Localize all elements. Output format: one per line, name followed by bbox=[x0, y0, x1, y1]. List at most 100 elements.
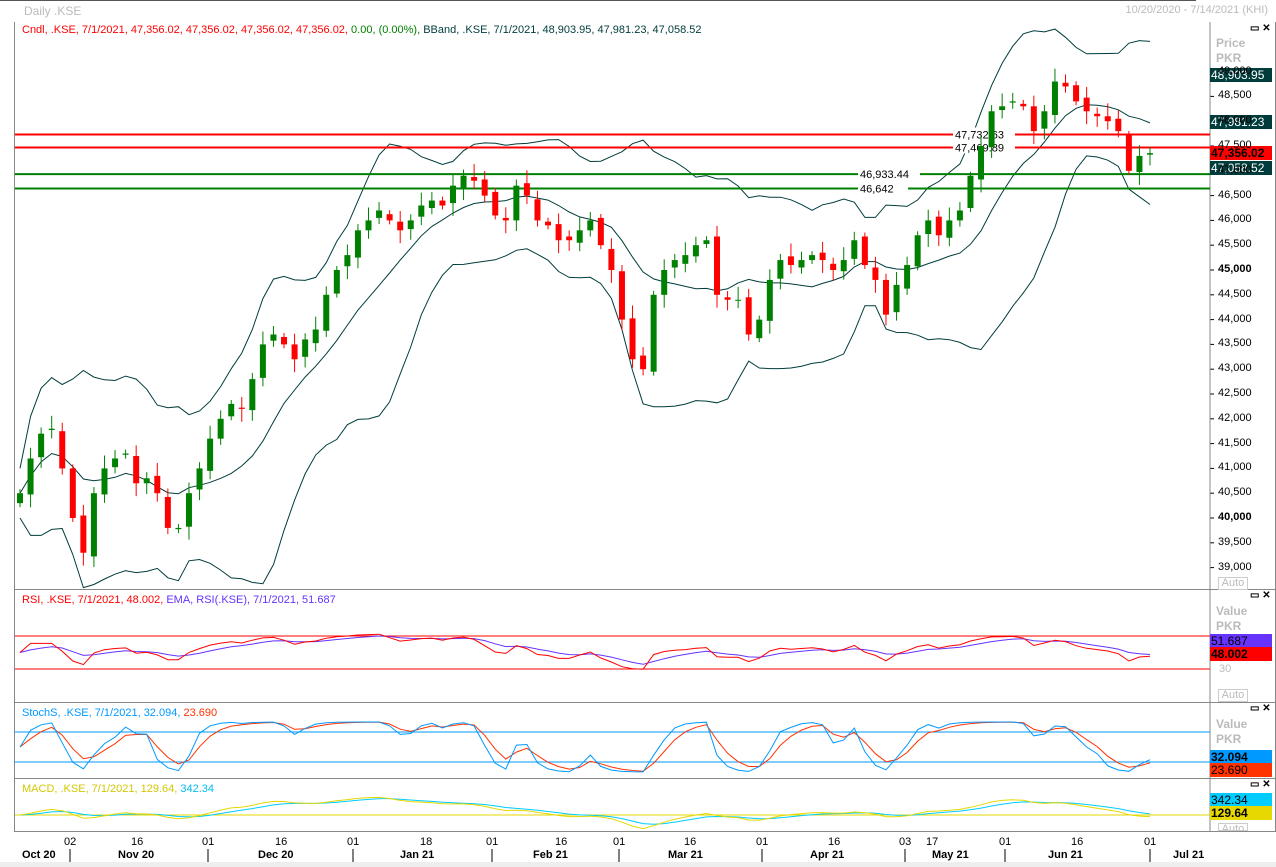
candle-body bbox=[640, 355, 647, 370]
candle-body bbox=[1073, 85, 1080, 102]
x-month-label: Feb 21 bbox=[533, 849, 568, 861]
candle-body bbox=[90, 493, 97, 557]
x-day-label: 18 bbox=[420, 836, 433, 848]
bband-upper-line bbox=[19, 28, 1151, 469]
candle-body bbox=[323, 294, 330, 331]
x-month-label: Oct 20 bbox=[22, 849, 56, 861]
candle-body bbox=[714, 236, 721, 295]
candle-body bbox=[449, 185, 456, 204]
candle-body bbox=[851, 240, 858, 259]
x-day-label: 01 bbox=[756, 836, 769, 848]
x-month-label: Dec 20 bbox=[258, 849, 294, 861]
close-icon[interactable]: ✕ bbox=[1262, 779, 1270, 790]
candle-body bbox=[418, 205, 425, 217]
macd-auto-button[interactable]: Auto bbox=[1218, 823, 1248, 831]
candle-body bbox=[481, 179, 488, 196]
candle-body bbox=[904, 265, 911, 289]
candle-body bbox=[207, 438, 214, 471]
price-tick-label: 39,000 bbox=[1218, 560, 1252, 573]
x-day-label: 01 bbox=[347, 836, 360, 848]
candle-body bbox=[1104, 116, 1111, 122]
candle-body bbox=[671, 260, 678, 268]
maximize-icon[interactable]: ▭ bbox=[1250, 23, 1259, 34]
candle-body bbox=[80, 515, 87, 553]
candle-body bbox=[312, 329, 319, 344]
price-legend: Cndl, .KSE, 7/1/2021, 47,356.02, 47,356.… bbox=[22, 24, 702, 36]
maximize-icon[interactable]: ▭ bbox=[1250, 779, 1259, 790]
candle-body bbox=[217, 418, 224, 439]
candle-body bbox=[333, 270, 340, 294]
candle-body bbox=[175, 527, 182, 530]
rsi-tick-30: 30 bbox=[1219, 663, 1232, 675]
x-day-label: 01 bbox=[999, 836, 1012, 848]
close-icon[interactable]: ✕ bbox=[1262, 703, 1270, 714]
candle-body bbox=[766, 279, 773, 321]
x-day-label: 16 bbox=[555, 836, 568, 848]
candle-body bbox=[270, 334, 277, 341]
price-tick-label: 44,500 bbox=[1218, 287, 1252, 300]
candle-body bbox=[154, 475, 161, 494]
price-tick-label: 48,000 bbox=[1218, 114, 1252, 127]
candle-body bbox=[787, 256, 794, 266]
candle-legend: Cndl, .KSE, 7/1/2021, 47,356.02, 47,356.… bbox=[22, 24, 348, 36]
maximize-icon[interactable]: ▭ bbox=[1250, 590, 1259, 601]
price-tick-label: 41,500 bbox=[1218, 436, 1252, 449]
macd-legend: MACD, .KSE, 7/1/2021, 129.64, 342.34 bbox=[22, 783, 214, 795]
candle-body bbox=[38, 433, 45, 458]
candle-body bbox=[745, 297, 752, 335]
candle-body bbox=[1062, 82, 1069, 87]
close-icon[interactable]: ✕ bbox=[1262, 590, 1270, 601]
price-tick-label: 43,000 bbox=[1218, 362, 1252, 375]
x-day-label: 16 bbox=[1071, 836, 1084, 848]
x-month-label: May 21 bbox=[932, 849, 969, 861]
x-day-label: 01 bbox=[1144, 836, 1157, 848]
maximize-icon[interactable]: ▭ bbox=[1250, 703, 1259, 714]
chart-canvas[interactable]: 47,732.6347,469.8946,933.4446,642 bbox=[0, 0, 1276, 867]
close-icon[interactable]: ✕ bbox=[1262, 23, 1270, 34]
level-label: 47,732.63 bbox=[955, 129, 1004, 141]
candle-body bbox=[376, 210, 383, 218]
candle-body bbox=[281, 336, 288, 345]
level-label: 46,642 bbox=[860, 184, 894, 196]
candle-body bbox=[1094, 113, 1101, 117]
stoch-panel-controls: ▭ ✕ bbox=[1250, 703, 1271, 714]
x-day-label: 16 bbox=[828, 836, 841, 848]
stoch-d-legend: 23.690 bbox=[183, 707, 218, 719]
macd-legend-text: MACD, .KSE, 7/1/2021, 129.64, bbox=[22, 783, 178, 795]
candle-body bbox=[597, 217, 604, 246]
rsi-auto-button[interactable]: Auto bbox=[1218, 689, 1248, 702]
price-tick-label: 40,000 bbox=[1218, 511, 1252, 523]
candle-body bbox=[397, 221, 404, 231]
stoch-d-tag: 23.690 bbox=[1210, 763, 1272, 777]
x-day-label: 16 bbox=[131, 836, 144, 848]
candle-body bbox=[1115, 118, 1122, 132]
candle-body bbox=[143, 478, 150, 484]
candle-body bbox=[1041, 111, 1048, 129]
candle-body bbox=[1051, 81, 1058, 115]
candle-body bbox=[777, 260, 784, 279]
rsi-panel-controls: ▭ ✕ bbox=[1250, 590, 1271, 601]
x-day-label: 17 bbox=[926, 836, 939, 848]
price-tick-label: 48,500 bbox=[1218, 89, 1252, 102]
rsi-unit-label: Value bbox=[1216, 604, 1248, 618]
price-tick-label: 45,000 bbox=[1218, 263, 1252, 275]
macd-panel-controls: ▭ ✕ bbox=[1250, 779, 1271, 790]
price-auto-button[interactable]: Auto bbox=[1218, 577, 1248, 590]
candle-body bbox=[861, 236, 868, 266]
level-label: 46,933.44 bbox=[860, 169, 909, 181]
x-day-label: 01 bbox=[202, 836, 215, 848]
candle-body bbox=[344, 255, 351, 267]
candle-body bbox=[587, 220, 594, 231]
x-day-label: 16 bbox=[275, 836, 288, 848]
candle-body bbox=[386, 214, 393, 221]
price-tick-label: 44,000 bbox=[1218, 312, 1252, 325]
rsi-tag: 48.002 bbox=[1210, 647, 1272, 661]
rsi-legend-text: RSI, .KSE, 7/1/2021, 48.002, bbox=[22, 594, 164, 606]
candle-body bbox=[502, 217, 509, 221]
candle-body bbox=[133, 456, 140, 484]
candle-body bbox=[914, 235, 921, 267]
rsi-ema-tag: 51.687 bbox=[1210, 634, 1272, 648]
x-month-label: Nov 20 bbox=[118, 849, 155, 861]
candle-body bbox=[523, 183, 530, 196]
stoch-legend: StochS, .KSE, 7/1/2021, 32.094, 23.690 bbox=[22, 707, 217, 719]
